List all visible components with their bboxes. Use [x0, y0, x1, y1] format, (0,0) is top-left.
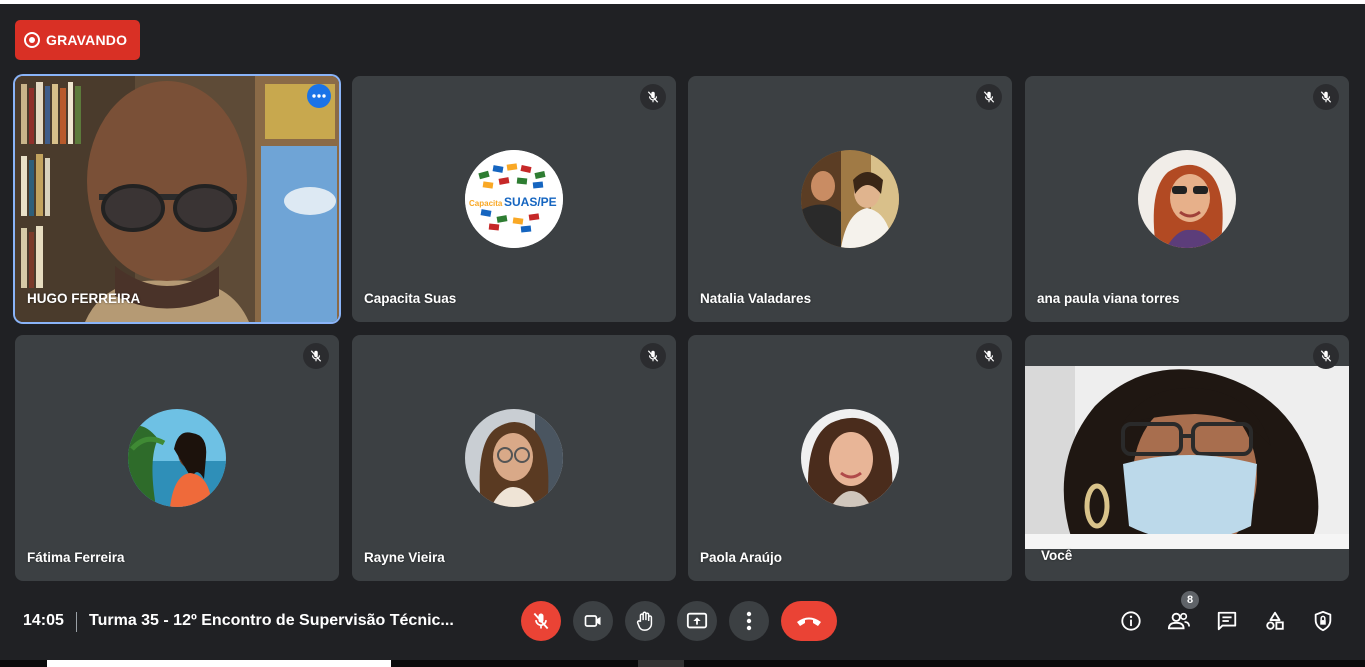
more-options-button[interactable]	[307, 84, 331, 108]
mic-off-icon	[1320, 91, 1332, 103]
participants-count-badge: 8	[1181, 591, 1199, 609]
participant-name: Natalia Valadares	[700, 291, 812, 306]
capacita-logo: Capacita SUAS/PE	[465, 150, 563, 248]
mic-off-icon	[310, 350, 322, 362]
toggle-microphone-button[interactable]	[521, 601, 561, 641]
present-screen-button[interactable]	[677, 601, 717, 641]
taskbar-segment	[47, 660, 391, 667]
mic-off-icon	[533, 612, 549, 630]
participant-tile-fatima[interactable]: Fátima Ferreira	[15, 335, 339, 581]
recording-label: GRAVANDO	[46, 32, 128, 48]
participant-name: Rayne Vieira	[364, 550, 445, 565]
muted-indicator	[1313, 343, 1339, 369]
mic-off-icon	[983, 350, 995, 362]
participant-avatar	[128, 409, 226, 507]
participant-name: Capacita Suas	[364, 291, 457, 306]
participant-name: HUGO FERREIRA	[27, 291, 141, 306]
participant-name: Paola Araújo	[700, 550, 783, 565]
taskbar-segment	[638, 660, 684, 667]
participant-tile-rayne[interactable]: Rayne Vieira	[352, 335, 676, 581]
muted-indicator	[303, 343, 329, 369]
muted-indicator	[640, 343, 666, 369]
people-button[interactable]	[1163, 605, 1195, 637]
recording-badge: GRAVANDO	[15, 20, 140, 60]
mic-off-icon	[983, 91, 995, 103]
participant-tile-self[interactable]: Você	[1025, 335, 1349, 581]
participant-tile-natalia[interactable]: Natalia Valadares	[688, 76, 1012, 322]
raise-hand-icon	[636, 611, 653, 631]
muted-indicator	[1313, 84, 1339, 110]
muted-indicator	[976, 84, 1002, 110]
host-controls-icon	[1314, 610, 1332, 632]
participant-avatar	[801, 409, 899, 507]
present-screen-icon	[686, 612, 708, 629]
hang-up-icon	[797, 617, 821, 626]
more-options-button[interactable]	[729, 601, 769, 641]
control-bar: 14:05 Turma 35 - 12º Encontro de Supervi…	[0, 590, 1365, 652]
raise-hand-button[interactable]	[625, 601, 665, 641]
logo-text-top: Capacita	[469, 199, 503, 208]
toggle-camera-button[interactable]	[573, 601, 613, 641]
host-controls-button[interactable]	[1307, 605, 1339, 637]
participant-avatar	[801, 150, 899, 248]
more-options-icon	[312, 94, 326, 98]
meeting-details-button[interactable]	[1115, 605, 1147, 637]
people-icon	[1167, 612, 1190, 630]
record-icon	[24, 32, 40, 48]
mic-off-icon	[647, 350, 659, 362]
camera-icon	[584, 615, 601, 627]
activities-icon	[1266, 611, 1284, 630]
logo-text-bottom: SUAS/PE	[504, 195, 557, 209]
self-video	[1025, 366, 1349, 549]
participant-avatar	[465, 409, 563, 507]
participant-tile-capacita[interactable]: Capacita SUAS/PE Capacita Suas	[352, 76, 676, 322]
meeting-title: Turma 35 - 12º Encontro de Supervisão Té…	[89, 612, 454, 629]
mic-off-icon	[1320, 350, 1332, 362]
divider	[76, 612, 77, 632]
mic-off-icon	[647, 91, 659, 103]
muted-indicator	[640, 84, 666, 110]
activities-button[interactable]	[1259, 605, 1291, 637]
participant-tile-hugo[interactable]: HUGO FERREIRA	[15, 76, 339, 322]
muted-indicator	[976, 343, 1002, 369]
capacita-logo-avatar: Capacita SUAS/PE	[465, 150, 563, 248]
participant-name: Fátima Ferreira	[27, 550, 125, 565]
participant-name: Você	[1041, 548, 1073, 563]
leave-call-button[interactable]	[781, 601, 837, 641]
chat-icon	[1217, 611, 1237, 631]
top-edge	[0, 0, 1365, 4]
participant-name: ana paula viana torres	[1037, 291, 1180, 306]
info-icon	[1121, 611, 1141, 631]
participant-video	[15, 76, 339, 322]
participant-avatar	[1138, 150, 1236, 248]
participant-tile-paola[interactable]: Paola Araújo	[688, 335, 1012, 581]
meeting-clock: 14:05	[23, 612, 64, 629]
more-vert-icon	[746, 611, 752, 631]
chat-button[interactable]	[1211, 605, 1243, 637]
participant-tile-ana-paula[interactable]: ana paula viana torres	[1025, 76, 1349, 322]
